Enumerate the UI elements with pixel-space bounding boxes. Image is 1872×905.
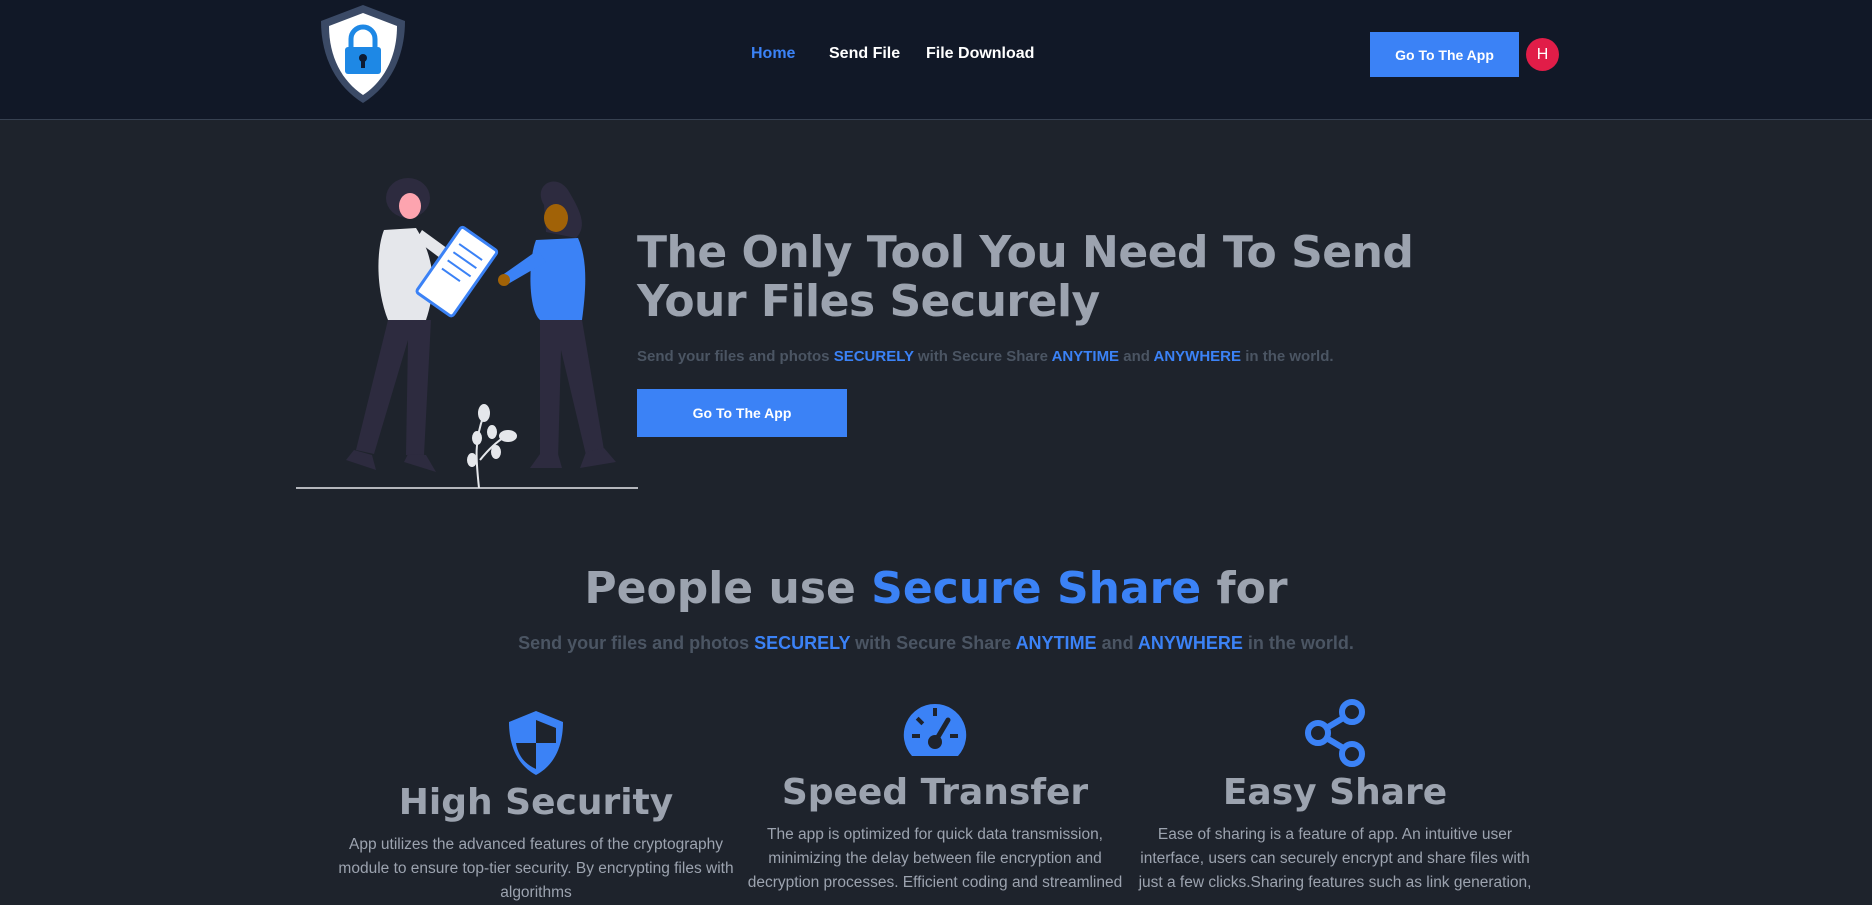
shield-lock-logo-icon[interactable]: [317, 3, 409, 105]
section-highlight-securely: SECURELY: [754, 633, 851, 653]
feature-title: High Security: [398, 782, 674, 823]
hero-highlight-anytime: ANYTIME: [1051, 348, 1120, 365]
section-title-pre: People use: [584, 563, 872, 614]
nav-link-file-download[interactable]: File Download: [926, 45, 1034, 63]
section-subtitle-text: and: [1096, 633, 1138, 653]
section-title-brand: Secure Share: [871, 563, 1202, 614]
file-sharing-illustration: [296, 178, 638, 489]
hero-title: The Only Tool You Need To Send Your File…: [637, 227, 1414, 327]
feature-text: The app is optimized for quick data tran…: [747, 826, 1123, 891]
feature-high-security: High Security App utilizes the advanced …: [336, 708, 736, 905]
feature-text: App utilizes the advanced features of th…: [338, 836, 734, 901]
feature-text: Ease of sharing is a feature of app. An …: [1138, 826, 1532, 891]
section-title-post: for: [1201, 563, 1288, 614]
feature-speed-transfer: Speed Transfer The app is optimized for …: [735, 698, 1135, 895]
hero-subtitle-text: in the world.: [1241, 348, 1334, 365]
feature-title: Speed Transfer: [781, 772, 1089, 813]
section-subtitle: Send your files and photos SECURELY with…: [0, 633, 1872, 654]
hero-subtitle-text: with Secure Share: [913, 348, 1052, 365]
hero-subtitle-text: Send your files and photos: [637, 348, 834, 365]
nav-go-to-app-button[interactable]: Go To The App: [1370, 32, 1519, 77]
section-highlight-anywhere: ANYWHERE: [1137, 633, 1243, 653]
nav-link-home[interactable]: Home: [751, 45, 795, 63]
hero-subtitle-text: and: [1119, 348, 1154, 365]
hero-highlight-anywhere: ANYWHERE: [1153, 348, 1242, 365]
feature-title: Easy Share: [1222, 772, 1448, 813]
hero-go-to-app-button[interactable]: Go To The App: [637, 389, 847, 437]
hero-highlight-securely: SECURELY: [833, 348, 914, 365]
section-highlight-anytime: ANYTIME: [1015, 633, 1097, 653]
navbar: Home Send File File Download Go To The A…: [0, 0, 1872, 120]
shield-icon: [509, 711, 563, 775]
feature-easy-share: Easy Share Ease of sharing is a feature …: [1135, 698, 1535, 895]
nav-link-send-file[interactable]: Send File: [829, 45, 900, 63]
hero-subtitle: Send your files and photos SECURELY with…: [637, 348, 1537, 365]
avatar[interactable]: H: [1526, 38, 1559, 71]
section-subtitle-text: with Secure Share: [850, 633, 1016, 653]
section-subtitle-text: Send your files and photos: [518, 633, 755, 653]
section-title: People use Secure Share for: [0, 563, 1872, 614]
section-subtitle-text: in the world.: [1242, 633, 1354, 653]
share-icon: [1305, 699, 1365, 767]
speedometer-icon: [903, 703, 967, 756]
